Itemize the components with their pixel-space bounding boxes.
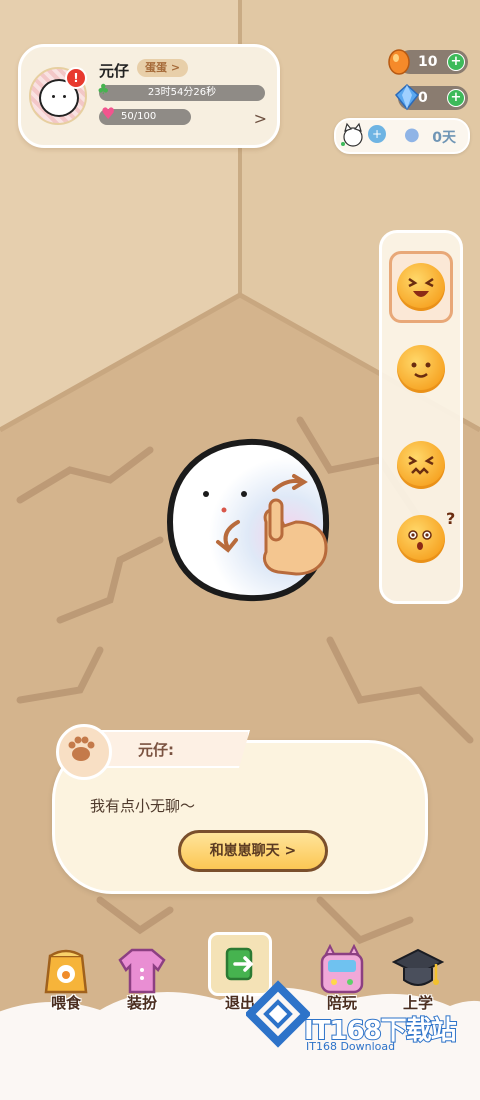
watermark-logo-icon (246, 980, 310, 1048)
nav-dress-button[interactable]: 装扮 (110, 944, 174, 1024)
watermark-subtext: IT168 Download (306, 1040, 396, 1053)
sprout-icon: ♣ (97, 82, 110, 98)
health-bar: ♥ 50/100 (99, 104, 191, 125)
add-gems-button[interactable]: + (447, 89, 465, 107)
heart-icon: ♥ (101, 104, 116, 123)
water-drop-icon: ● (404, 124, 420, 145)
confused-face-icon (408, 530, 432, 550)
pet-egg-character[interactable] (166, 438, 334, 602)
chat-with-pet-button[interactable]: 和崽崽聊天 > (178, 830, 328, 872)
egg-icon (388, 49, 410, 75)
days-counter: 0天 (432, 130, 456, 146)
emotion-smile-button[interactable] (397, 345, 445, 393)
add-friend-icon[interactable]: + (368, 125, 386, 143)
cat-mini-icon (341, 122, 363, 147)
speaker-name-tag: 元仔: (92, 730, 250, 768)
happy-face-icon (408, 277, 434, 297)
pet-name: 元仔 (99, 62, 130, 80)
nav-feed-label: 喂食 (50, 994, 81, 1012)
paw-icon (56, 724, 112, 780)
growth-timer-bar: ♣ 23时54分26秒 (97, 82, 265, 101)
health-text: 50/100 (121, 111, 157, 122)
emotion-happy-button[interactable] (397, 263, 445, 311)
dialog-message: 我有点小无聊～ (90, 797, 196, 815)
growth-stage-button[interactable]: 蛋蛋 > (137, 59, 189, 77)
growth-timer-text: 23时54分26秒 (147, 87, 217, 98)
smile-face-icon (411, 362, 431, 378)
question-mark-icon: ? (446, 509, 456, 528)
profile-arrow-icon[interactable]: > (254, 109, 267, 128)
upset-face-icon (408, 455, 434, 475)
egg-count: 10 (418, 54, 438, 70)
nav-dress-label: 装扮 (126, 994, 157, 1012)
pet-profile-card[interactable]: ! 元仔 蛋蛋 > ♣ 23时54分26秒 ♥ 50/100 > (18, 44, 280, 148)
emotion-confused-button[interactable] (397, 515, 445, 563)
speaker-name: 元仔: (138, 741, 174, 759)
gem-icon (394, 83, 420, 111)
alert-badge: ! (65, 67, 87, 89)
nav-feed-button[interactable]: 喂食 (34, 944, 98, 1024)
pet-stats-strip[interactable]: + ● 0天 (334, 118, 470, 154)
watermark: IT168下载站 IT168 Download (246, 980, 476, 1062)
food-bag-icon (44, 949, 88, 994)
emotion-panel: ? (379, 230, 463, 604)
add-eggs-button[interactable]: + (447, 53, 465, 71)
emotion-upset-button[interactable] (397, 441, 445, 489)
clothes-icon (118, 948, 166, 994)
